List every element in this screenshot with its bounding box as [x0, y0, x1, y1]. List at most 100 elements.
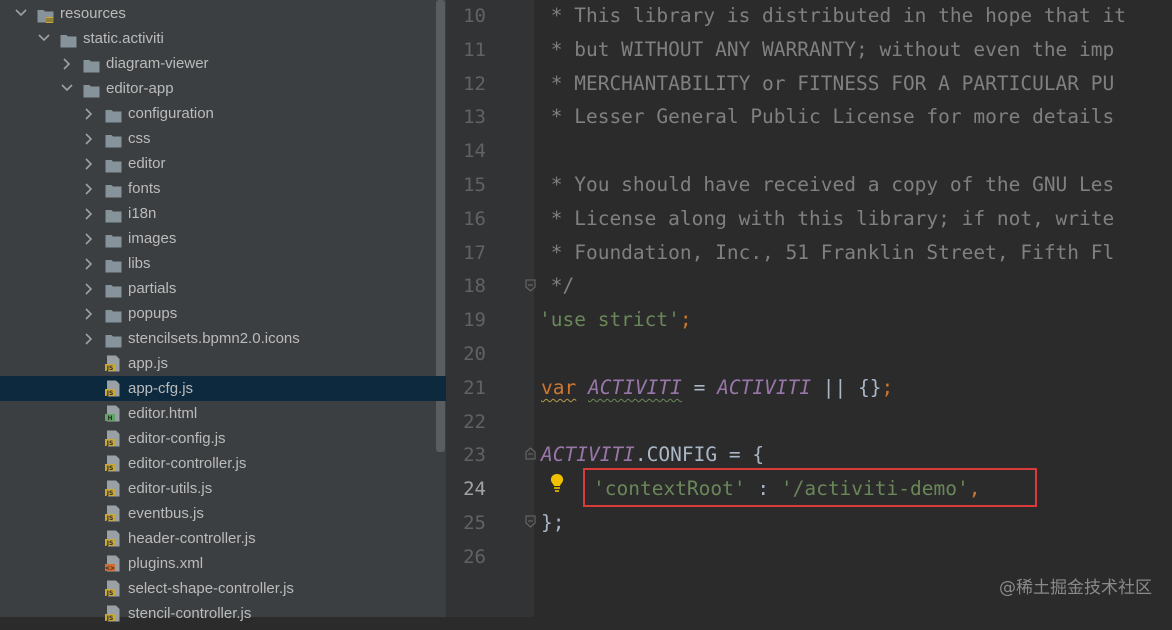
chevron-right-icon[interactable] [82, 276, 96, 301]
operator: = [681, 375, 718, 399]
code-line[interactable]: */ [539, 269, 575, 303]
tree-item-app-cfg-js[interactable]: JS app-cfg.js [0, 376, 446, 401]
comment-text: * MERCHANTABILITY or FITNESS FOR A PARTI… [539, 71, 1115, 95]
tree-item-editor-controller-js[interactable]: JS editor-controller.js [0, 451, 446, 476]
code-line[interactable]: var ACTIVITI = ACTIVITI || {}; [541, 371, 893, 405]
lightbulb-icon[interactable] [548, 472, 566, 494]
tree-item-partials[interactable]: partials [0, 276, 446, 301]
tree-item-stencilsets-bpmn2-0-icons[interactable]: stencilsets.bpmn2.0.icons [0, 326, 446, 351]
tree-item-label: partials [128, 280, 177, 297]
tree-item-label: editor-utils.js [128, 480, 213, 497]
comment-text: * This library is distributed in the hop… [539, 4, 1126, 27]
line-number: 24 [463, 478, 486, 501]
tree-item-eventbus-js[interactable]: JS eventbus.js [0, 501, 446, 526]
javascript-file-icon: JS [105, 380, 121, 397]
tree-item-label: resources [60, 5, 126, 22]
tree-item-fonts[interactable]: fonts [0, 176, 446, 201]
tree-item-label: stencil-controller.js [128, 605, 252, 622]
line-number: 23 [463, 444, 486, 467]
line-number: 25 [463, 512, 486, 534]
chevron-down-icon[interactable] [14, 1, 28, 26]
svg-text:JS: JS [106, 515, 114, 522]
chevron-right-icon[interactable] [82, 126, 96, 151]
code-line[interactable]: * You should have received a copy of the… [539, 168, 1115, 202]
tree-item-css[interactable]: css [0, 126, 446, 151]
fold-marker-icon[interactable] [525, 279, 536, 292]
fold-marker-icon[interactable] [525, 515, 536, 528]
tree-item-header-controller-js[interactable]: JS header-controller.js [0, 526, 446, 551]
tree-item-diagram-viewer[interactable]: diagram-viewer [0, 51, 446, 76]
javascript-file-icon: JS [105, 480, 121, 497]
code-line[interactable]: * Lesser General Public License for more… [539, 100, 1115, 134]
string-literal: 'use strict' [539, 308, 680, 332]
chevron-right-icon[interactable] [82, 101, 96, 126]
chevron-right-icon[interactable] [82, 151, 96, 176]
code-editor[interactable]: * This library is distributed in the hop… [534, 0, 1172, 617]
folder-icon [83, 56, 100, 73]
tree-item-static-activiti[interactable]: static.activiti [0, 26, 446, 51]
tree-item-label: app.js [128, 355, 169, 372]
javascript-file-icon: JS [105, 455, 121, 472]
folder-icon [105, 256, 122, 273]
tree-item-editor-config-js[interactable]: JS editor-config.js [0, 426, 446, 451]
tree-item-select-shape-controller-js[interactable]: JS select-shape-controller.js [0, 576, 446, 601]
code-line[interactable]: * but WITHOUT ANY WARRANTY; without even… [539, 33, 1115, 67]
code-line[interactable]: 'use strict'; [539, 303, 692, 337]
tree-item-label: eventbus.js [128, 505, 204, 522]
folder-icon [37, 6, 54, 23]
tree-item-label: editor [128, 155, 166, 172]
tree-item-label: popups [128, 305, 178, 322]
tree-item-popups[interactable]: popups [0, 301, 446, 326]
javascript-file-icon: JS [105, 430, 121, 447]
global-identifier: ACTIVITI [541, 443, 635, 467]
tree-item-stencil-controller-js[interactable]: JS stencil-controller.js [0, 601, 446, 626]
code-line[interactable]: * MERCHANTABILITY or FITNESS FOR A PARTI… [539, 67, 1115, 101]
global-identifier: ACTIVITI [587, 375, 682, 399]
code-line[interactable]: * Foundation, Inc., 51 Franklin Street, … [539, 236, 1115, 270]
folder-icon [105, 281, 122, 298]
tree-item-resources[interactable]: resources [0, 1, 446, 26]
tree-item-label: editor-controller.js [128, 455, 247, 472]
tree-item-editor-html[interactable]: Heditor.html [0, 401, 446, 426]
chevron-right-icon[interactable] [82, 176, 96, 201]
fold-marker-icon[interactable] [525, 447, 536, 460]
line-number: 10 [463, 5, 486, 27]
watermark: @稀土掘金技术社区 [999, 578, 1152, 598]
chevron-right-icon[interactable] [82, 226, 96, 251]
chevron-right-icon[interactable] [82, 326, 96, 351]
svg-text:JS: JS [106, 390, 114, 397]
tree-item-editor-app[interactable]: editor-app [0, 76, 446, 101]
javascript-file-icon: JS [105, 355, 121, 372]
tree-item-editor-utils-js[interactable]: JS editor-utils.js [0, 476, 446, 501]
svg-text:JS: JS [106, 365, 114, 372]
chevron-right-icon[interactable] [60, 51, 74, 76]
chevron-right-icon[interactable] [82, 201, 96, 226]
code-line[interactable]: * This library is distributed in the hop… [539, 0, 1126, 33]
tree-item-label: i18n [128, 205, 157, 222]
keyword-var: var [541, 375, 577, 399]
line-number: 15 [463, 174, 486, 196]
chevron-right-icon[interactable] [82, 301, 96, 326]
code-line[interactable]: * License along with this library; if no… [539, 202, 1115, 236]
tree-item-editor[interactable]: editor [0, 151, 446, 176]
line-number: 26 [463, 545, 486, 568]
svg-text:JS: JS [106, 490, 114, 497]
javascript-file-icon: JS [105, 580, 121, 597]
line-number: 21 [463, 376, 486, 399]
chevron-down-icon[interactable] [37, 26, 51, 51]
javascript-file-icon: JS [105, 530, 121, 547]
folder-icon [105, 331, 122, 348]
line-number: 20 [463, 343, 486, 365]
tree-item-images[interactable]: images [0, 226, 446, 251]
tree-item-label: images [128, 230, 177, 247]
chevron-right-icon[interactable] [82, 251, 96, 276]
line-number: 16 [463, 207, 486, 230]
tree-item-app-js[interactable]: JS app.js [0, 351, 446, 376]
chevron-down-icon[interactable] [60, 76, 74, 101]
comment-text: * You should have received a copy of the… [539, 173, 1115, 196]
tree-item-i18n[interactable]: i18n [0, 201, 446, 226]
tree-item-plugins-xml[interactable]: <> plugins.xml [0, 551, 446, 576]
code-line[interactable]: }; [541, 506, 564, 540]
tree-item-libs[interactable]: libs [0, 251, 446, 276]
tree-item-configuration[interactable]: configuration [0, 101, 446, 126]
